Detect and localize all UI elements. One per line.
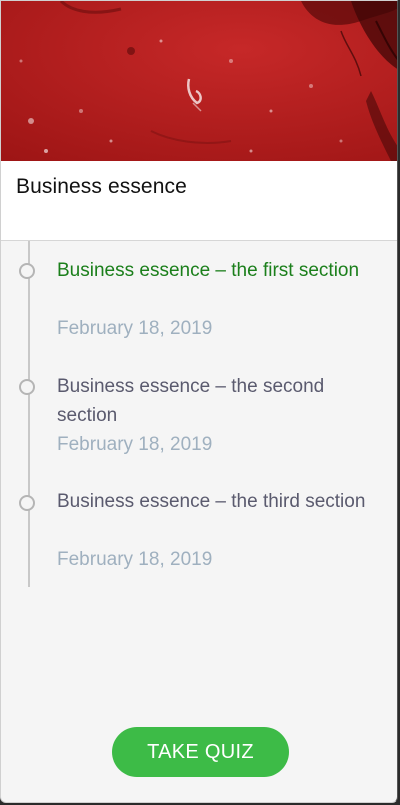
section-title[interactable]: Business essence – the third section xyxy=(57,487,387,516)
course-screen: Business essence Business essence – the … xyxy=(0,0,398,803)
cover-image-graphic xyxy=(1,1,397,161)
circle-outline-icon xyxy=(19,263,35,279)
section-date: February 18, 2019 xyxy=(57,318,213,339)
timeline-line xyxy=(28,241,30,587)
circle-outline-icon xyxy=(19,379,35,395)
section-title[interactable]: Business essence – the second section xyxy=(57,372,387,430)
section-date: February 18, 2019 xyxy=(57,549,213,570)
course-title: Business essence xyxy=(16,175,187,198)
circle-outline-icon xyxy=(19,495,35,511)
course-cover-image xyxy=(1,1,397,161)
section-date: February 18, 2019 xyxy=(57,434,213,455)
course-title-bar: Business essence xyxy=(1,161,397,241)
take-quiz-button[interactable]: TAKE QUIZ xyxy=(112,727,289,777)
section-title[interactable]: Business essence – the first section xyxy=(57,256,387,285)
